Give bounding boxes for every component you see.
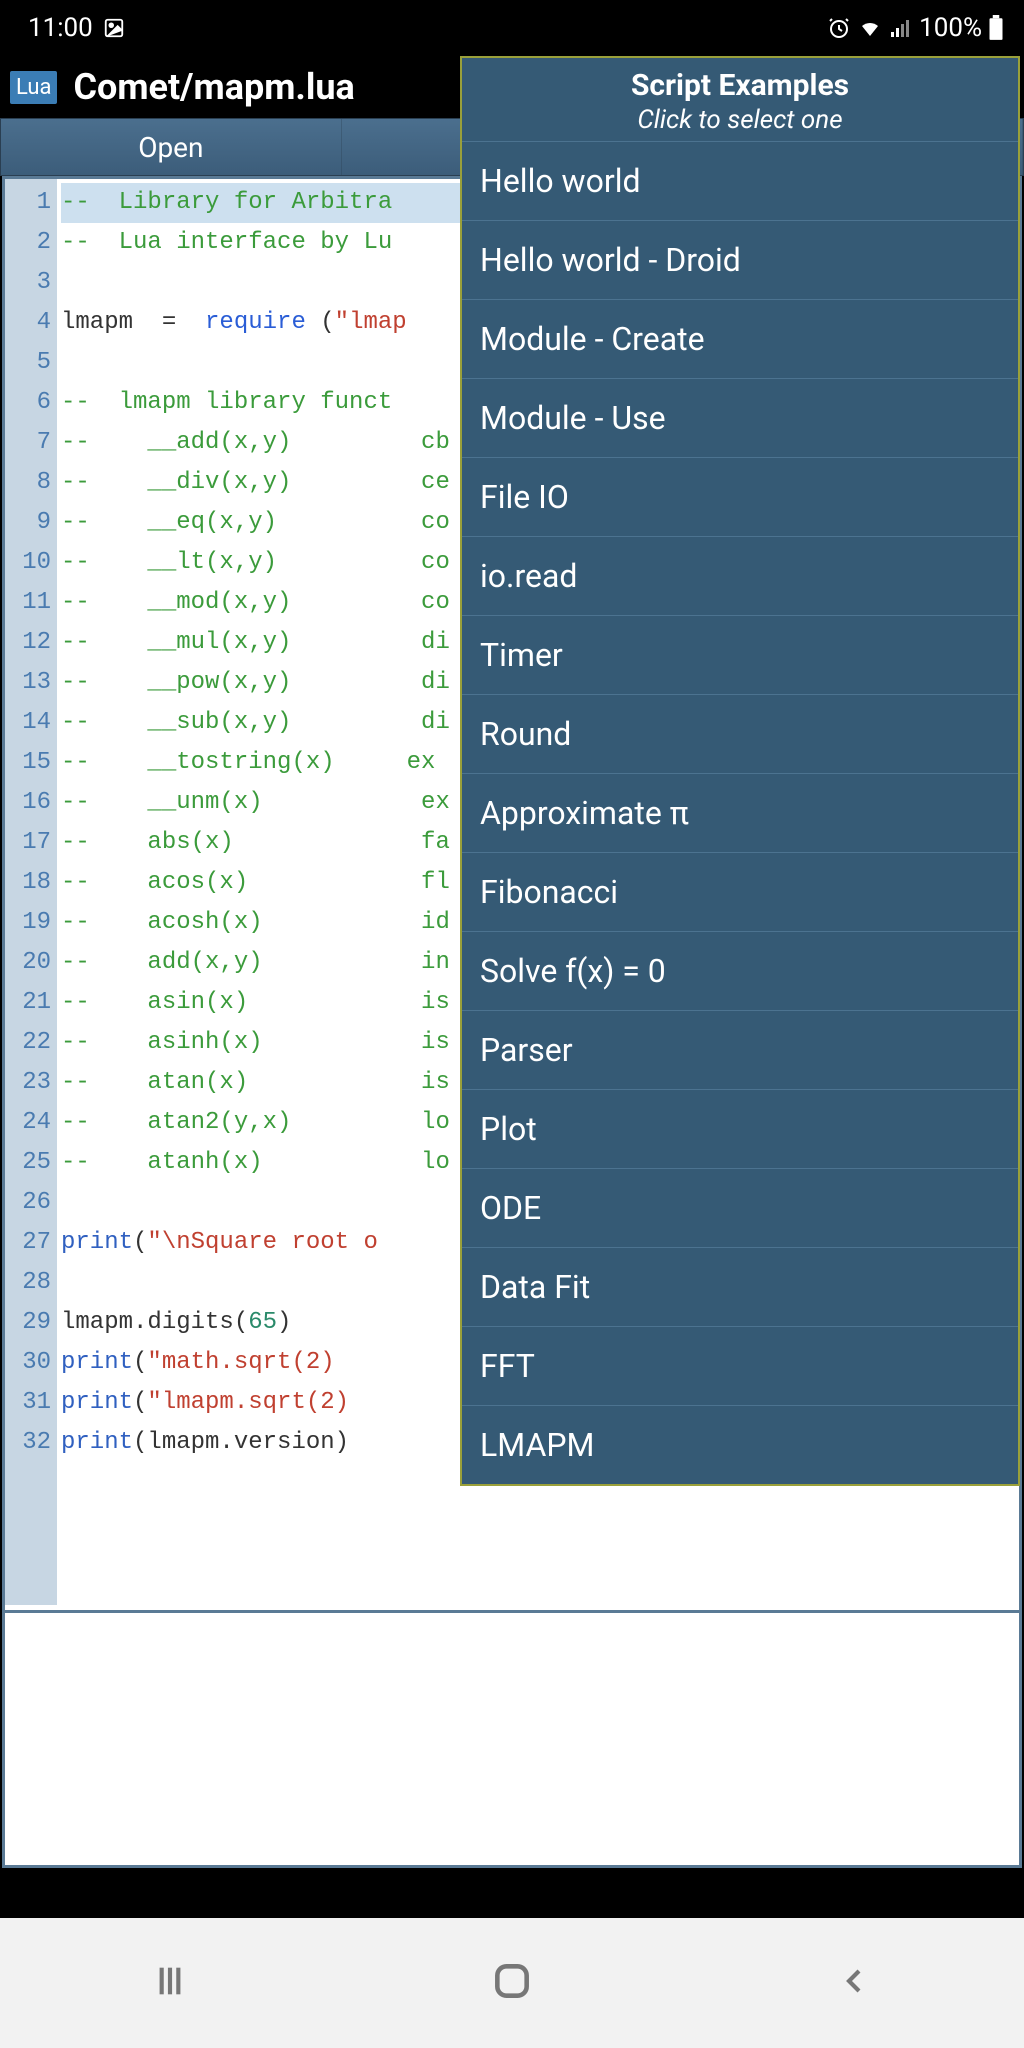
dropdown-item[interactable]: Hello world <box>462 141 1018 220</box>
line-number: 27 <box>9 1223 51 1263</box>
line-number: 29 <box>9 1303 51 1343</box>
line-number: 24 <box>9 1103 51 1143</box>
line-number: 28 <box>9 1263 51 1303</box>
dropdown-subtitle: Click to select one <box>462 105 1018 135</box>
line-number: 16 <box>9 783 51 823</box>
nav-bar <box>0 1918 1024 2048</box>
status-bar: 11:00 100% <box>0 0 1024 56</box>
battery-icon <box>988 15 1004 41</box>
dropdown-item[interactable]: Module - Create <box>462 299 1018 378</box>
dropdown-item[interactable]: LMAPM <box>462 1405 1018 1484</box>
dropdown-item[interactable]: Hello world - Droid <box>462 220 1018 299</box>
dropdown-item[interactable]: File IO <box>462 457 1018 536</box>
dropdown-header: Script Examples Click to select one <box>462 58 1018 141</box>
dropdown-item[interactable]: Plot <box>462 1089 1018 1168</box>
dropdown-item[interactable]: Module - Use <box>462 378 1018 457</box>
line-number: 15 <box>9 743 51 783</box>
back-button[interactable] <box>834 1961 874 2005</box>
battery-percent: 100% <box>919 13 982 43</box>
dropdown-item[interactable]: Solve f(x) = 0 <box>462 931 1018 1010</box>
dropdown-item[interactable]: Round <box>462 694 1018 773</box>
picture-icon <box>103 17 125 39</box>
line-number: 14 <box>9 703 51 743</box>
line-number: 6 <box>9 383 51 423</box>
dropdown-item[interactable]: Data Fit <box>462 1247 1018 1326</box>
line-number: 26 <box>9 1183 51 1223</box>
signal-icon <box>889 16 913 40</box>
line-number: 25 <box>9 1143 51 1183</box>
line-number: 12 <box>9 623 51 663</box>
line-gutter: 1234567891011121314151617181920212223242… <box>5 179 57 1605</box>
console-area[interactable] <box>5 1610 1019 1865</box>
line-number: 23 <box>9 1063 51 1103</box>
line-number: 3 <box>9 263 51 303</box>
dropdown-item[interactable]: FFT <box>462 1326 1018 1405</box>
dropdown-item[interactable]: io.read <box>462 536 1018 615</box>
line-number: 18 <box>9 863 51 903</box>
dropdown-item[interactable]: Parser <box>462 1010 1018 1089</box>
line-number: 30 <box>9 1343 51 1383</box>
app-title: Comet/mapm.lua <box>73 66 354 108</box>
script-examples-dropdown: Script Examples Click to select one Hell… <box>460 56 1020 1486</box>
wifi-icon <box>857 16 883 40</box>
dropdown-item[interactable]: Fibonacci <box>462 852 1018 931</box>
line-number: 22 <box>9 1023 51 1063</box>
line-number: 1 <box>9 183 51 223</box>
lua-badge: Lua <box>10 71 57 104</box>
line-number: 32 <box>9 1423 51 1463</box>
status-time: 11:00 <box>28 13 93 43</box>
alarm-icon <box>827 16 851 40</box>
line-number: 21 <box>9 983 51 1023</box>
line-number: 8 <box>9 463 51 503</box>
line-number: 11 <box>9 583 51 623</box>
dropdown-item[interactable]: Timer <box>462 615 1018 694</box>
line-number: 17 <box>9 823 51 863</box>
line-number: 19 <box>9 903 51 943</box>
recents-button[interactable] <box>150 1961 190 2005</box>
line-number: 20 <box>9 943 51 983</box>
line-number: 13 <box>9 663 51 703</box>
open-button[interactable]: Open <box>1 119 342 175</box>
dropdown-title: Script Examples <box>462 68 1018 103</box>
line-number: 10 <box>9 543 51 583</box>
line-number: 9 <box>9 503 51 543</box>
dropdown-item[interactable]: ODE <box>462 1168 1018 1247</box>
line-number: 31 <box>9 1383 51 1423</box>
line-number: 5 <box>9 343 51 383</box>
line-number: 4 <box>9 303 51 343</box>
line-number: 7 <box>9 423 51 463</box>
home-button[interactable] <box>490 1959 534 2007</box>
dropdown-item[interactable]: Approximate π <box>462 773 1018 852</box>
line-number: 2 <box>9 223 51 263</box>
